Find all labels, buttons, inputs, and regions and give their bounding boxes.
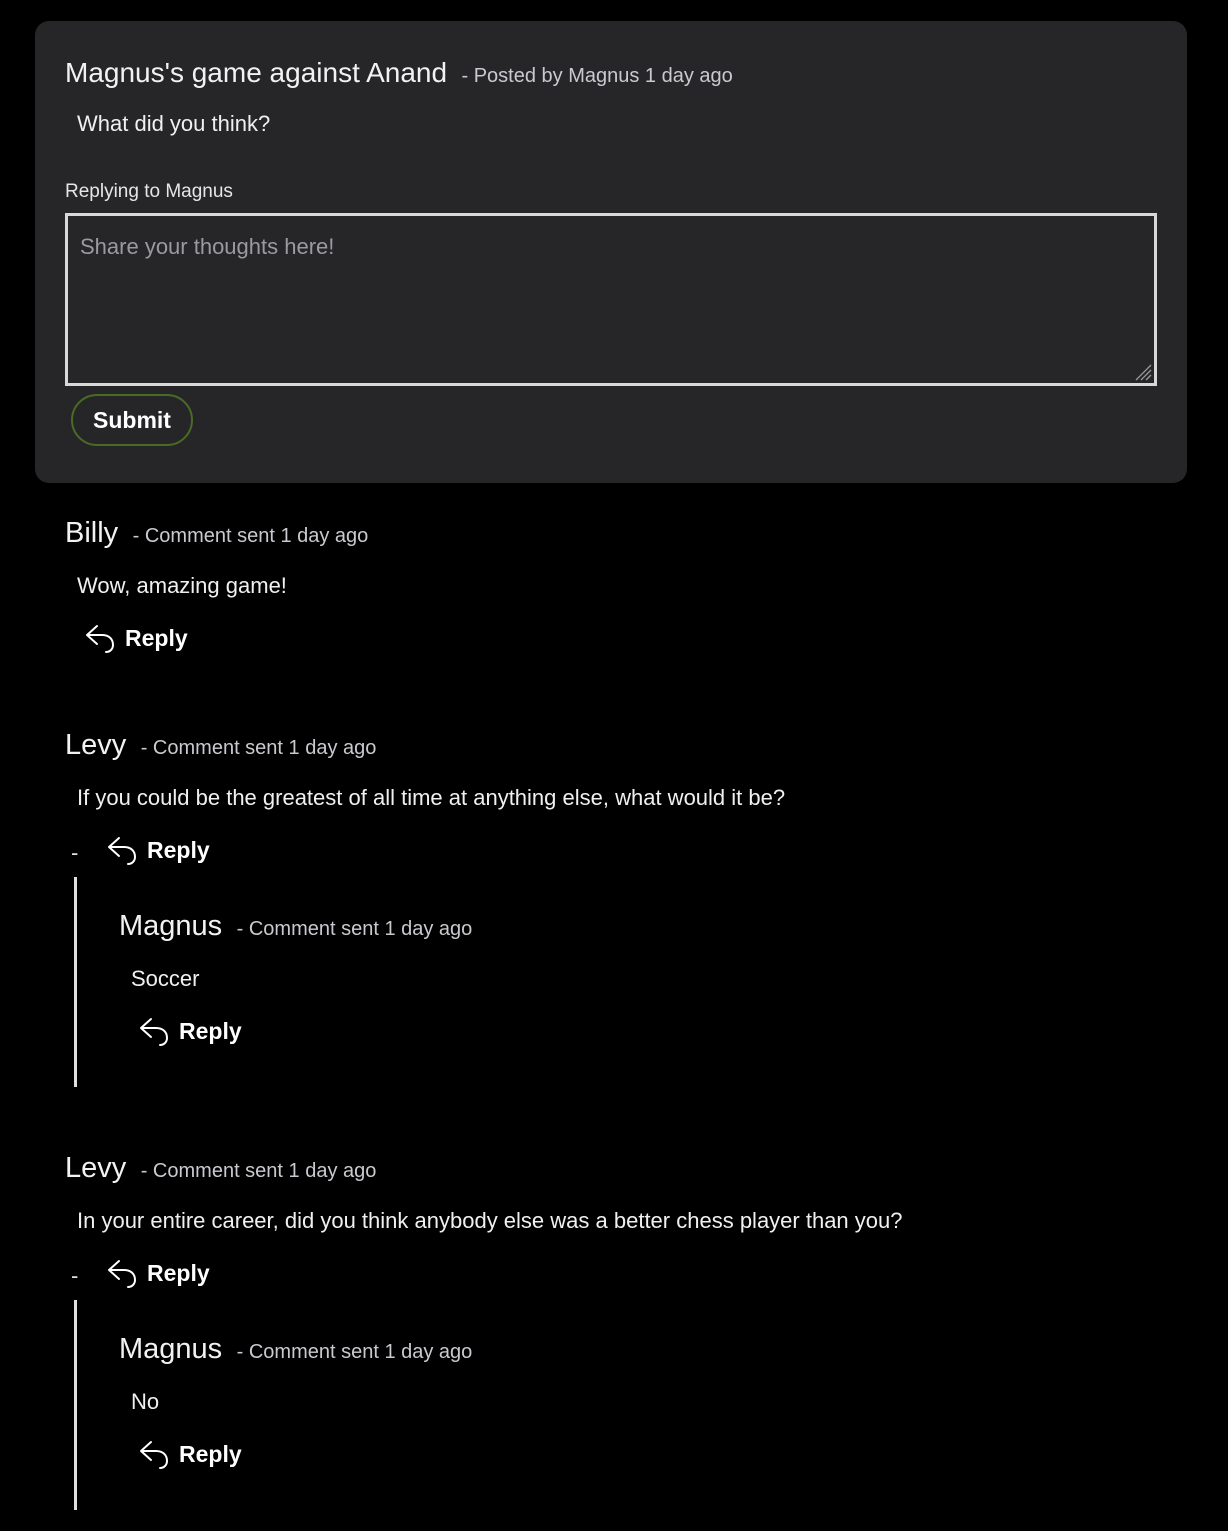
comment-header: Magnus - Comment sent 1 day ago: [119, 1333, 472, 1366]
reply-button[interactable]: Reply: [83, 620, 188, 656]
reply-label: Reply: [179, 1017, 242, 1044]
comment-header: Levy - Comment sent 1 day ago: [65, 1152, 376, 1185]
reply-arrow-icon: [108, 837, 137, 865]
comment-meta: - Comment sent 1 day ago: [236, 1341, 473, 1363]
comment-author: Billy: [65, 517, 119, 549]
reply-textarea[interactable]: [68, 216, 1154, 383]
collapse-toggle[interactable]: -: [71, 1263, 78, 1289]
post-title: Magnus's game against Anand: [65, 57, 448, 88]
comment-body: Wow, amazing game!: [77, 573, 287, 598]
collapse-toggle[interactable]: -: [71, 840, 78, 866]
thread-line: [74, 877, 77, 1087]
reply-button[interactable]: Reply: [137, 1013, 242, 1049]
reply-textarea-container: [65, 213, 1157, 386]
reply-arrow-icon: [108, 1260, 137, 1288]
comment-header: Magnus - Comment sent 1 day ago: [119, 910, 472, 943]
post-meta: - Posted by Magnus 1 day ago: [461, 65, 733, 87]
comment-header: Levy - Comment sent 1 day ago: [65, 729, 376, 762]
post-header: Magnus's game against Anand - Posted by …: [65, 57, 733, 89]
reply-button[interactable]: Reply: [105, 832, 210, 868]
comment-meta: - Comment sent 1 day ago: [140, 737, 377, 759]
reply-label: Reply: [125, 624, 188, 651]
comment-meta: - Comment sent 1 day ago: [236, 918, 473, 940]
post-card: Magnus's game against Anand - Posted by …: [35, 21, 1187, 483]
thread-line: [74, 1300, 77, 1510]
comment-meta: - Comment sent 1 day ago: [140, 1160, 377, 1182]
reply-label: Reply: [147, 1259, 210, 1286]
replying-to-label: Replying to Magnus: [65, 181, 233, 202]
reply-arrow-icon: [140, 1018, 169, 1046]
comment-author: Levy: [65, 729, 127, 761]
reply-button[interactable]: Reply: [105, 1255, 210, 1291]
comment-meta: - Comment sent 1 day ago: [132, 525, 369, 547]
comment-author: Levy: [65, 1152, 127, 1184]
comment-body: No: [131, 1389, 160, 1414]
reply-label: Reply: [179, 1440, 242, 1467]
reply-arrow-icon: [140, 1441, 169, 1469]
reply-label: Reply: [147, 836, 210, 863]
comment-body: In your entire career, did you think any…: [77, 1208, 903, 1233]
reply-button[interactable]: Reply: [137, 1436, 242, 1472]
post-body: What did you think?: [77, 111, 271, 136]
comment-author: Magnus: [119, 1333, 223, 1365]
comment-author: Magnus: [119, 910, 223, 942]
comment-body: If you could be the greatest of all time…: [77, 785, 786, 810]
resize-grip-icon[interactable]: [1130, 359, 1152, 381]
reply-arrow-icon: [86, 625, 115, 653]
comment-body: Soccer: [131, 966, 200, 991]
submit-button[interactable]: Submit: [71, 394, 193, 446]
comment-header: Billy - Comment sent 1 day ago: [65, 517, 368, 550]
